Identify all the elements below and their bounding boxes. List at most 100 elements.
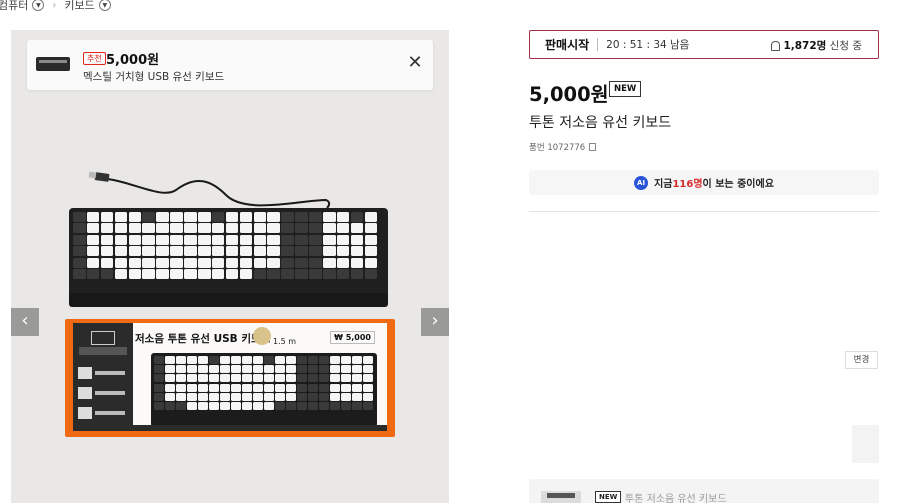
keycap — [329, 392, 340, 401]
keycap — [252, 383, 263, 392]
keycap — [208, 392, 219, 401]
keycap — [318, 383, 329, 392]
keycap — [211, 257, 225, 268]
product-code-row: 품번 1072776 — [529, 141, 597, 153]
keycap — [128, 257, 142, 268]
keycap — [142, 268, 155, 279]
keycap — [219, 356, 230, 364]
keycap — [198, 246, 211, 257]
keycap — [230, 401, 241, 410]
keycap — [340, 401, 351, 410]
keycap — [364, 234, 378, 245]
keycap — [208, 356, 219, 364]
recommended-product-thumbnail — [36, 57, 70, 71]
keycap — [175, 356, 186, 364]
keycap — [128, 223, 142, 234]
keycap — [239, 268, 253, 279]
gallery-next-button[interactable]: › — [421, 308, 449, 336]
keycap — [307, 374, 318, 383]
keycap — [186, 365, 197, 374]
keycap — [362, 365, 373, 374]
keycap — [114, 223, 128, 234]
keycap — [309, 257, 322, 268]
close-icon[interactable]: ✕ — [405, 53, 425, 73]
change-option-button[interactable]: 변경 — [845, 351, 878, 369]
breadcrumb-item-keyboard[interactable]: 키보드 ▼ — [64, 0, 111, 13]
keycap — [156, 257, 169, 268]
keycap — [86, 257, 100, 268]
keycap — [296, 392, 307, 401]
keycap — [252, 365, 263, 374]
keycap — [225, 246, 239, 257]
keycap — [336, 223, 350, 234]
keycap — [186, 401, 197, 410]
keycap — [281, 212, 294, 222]
keycap — [323, 212, 336, 222]
keycap — [154, 365, 164, 374]
keycap — [296, 401, 307, 410]
keycap — [154, 401, 164, 410]
keycap — [164, 356, 175, 364]
recommended-product-name: 멕스틸 거치형 USB 유선 키보드 — [83, 71, 225, 83]
keycap — [73, 268, 86, 279]
keycap — [219, 401, 230, 410]
product-name: 투톤 저소음 유선 키보드 — [529, 115, 672, 131]
keycap — [184, 246, 197, 257]
keycap — [281, 234, 294, 245]
keycap — [114, 257, 128, 268]
keycap — [239, 212, 253, 222]
keycap — [351, 374, 362, 383]
keycap — [253, 234, 267, 245]
keycap — [241, 374, 252, 383]
keycap — [351, 401, 362, 410]
chevron-down-icon[interactable]: ▼ — [32, 0, 45, 11]
keycap — [156, 234, 169, 245]
keycap — [351, 356, 362, 364]
keycap — [253, 268, 267, 279]
keycap — [296, 365, 307, 374]
keycap — [211, 223, 225, 234]
keycap — [318, 365, 329, 374]
feature-text — [95, 411, 125, 415]
recommended-product-banner[interactable]: 추천 5,000원 멕스틸 거치형 USB 유선 키보드 ✕ — [27, 40, 433, 90]
related-product-bar[interactable]: NEW 투톤 저소음 유선 키보드 — [529, 479, 879, 503]
keycap — [323, 257, 336, 268]
keycap — [274, 374, 285, 383]
keycap — [198, 268, 211, 279]
keycap — [364, 268, 378, 279]
keycap — [362, 392, 373, 401]
breadcrumb: 컴퓨터 ▼ › 키보드 ▼ — [0, 0, 111, 12]
keycap — [253, 257, 267, 268]
ai-icon: AI — [634, 175, 649, 190]
product-box-image: 저소음 투톤 유선 USB 키보드 1.5 m ₩ 5,000 — [65, 319, 395, 437]
box-feature-panel — [73, 323, 133, 431]
keycap — [230, 356, 241, 364]
keycap — [307, 392, 318, 401]
keycap — [156, 268, 169, 279]
keycap — [267, 212, 280, 222]
keycap — [86, 246, 100, 257]
chevron-down-icon[interactable]: ▼ — [98, 0, 111, 11]
keycap — [211, 212, 225, 222]
feature-text — [95, 391, 125, 395]
keycap — [323, 223, 336, 234]
gallery-prev-button[interactable]: ‹ — [11, 308, 39, 336]
feature-text — [95, 371, 125, 375]
keycap — [154, 392, 164, 401]
keycap — [350, 223, 364, 234]
keycap — [295, 234, 308, 245]
keycap — [274, 356, 285, 364]
keycap — [362, 383, 373, 392]
keycap — [274, 365, 285, 374]
keycap — [285, 374, 296, 383]
keycap — [295, 246, 308, 257]
keycap — [285, 401, 296, 410]
keycap — [86, 212, 100, 222]
new-badge: NEW — [609, 81, 642, 97]
keycap — [114, 246, 128, 257]
keycap — [211, 234, 225, 245]
breadcrumb-item-computer[interactable]: 컴퓨터 ▼ — [0, 0, 45, 13]
keycap — [230, 374, 241, 383]
copy-icon[interactable] — [589, 143, 597, 151]
keycap — [239, 257, 253, 268]
